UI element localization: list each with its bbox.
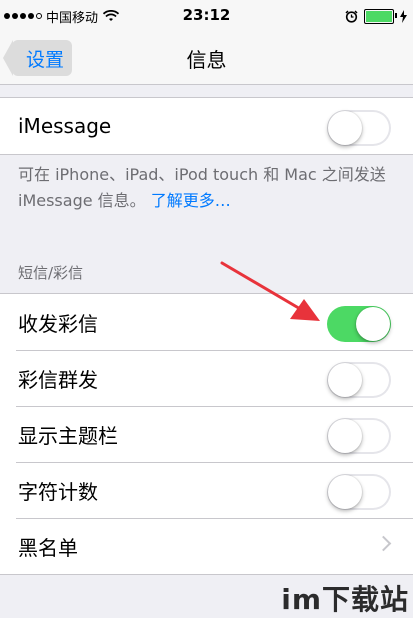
- status-bar: 中国移动 23:12: [0, 0, 413, 32]
- chevron-right-icon: [375, 535, 392, 552]
- toggle-knob: [328, 363, 362, 397]
- character-count-toggle[interactable]: [327, 474, 391, 510]
- alarm-clock-icon: [345, 9, 358, 23]
- charging-bolt-icon: [400, 9, 407, 23]
- row-blocked[interactable]: 黑名单: [0, 518, 413, 574]
- imessage-footer-note: 可在 iPhone、iPad、iPod touch 和 Mac 之间发送 iMe…: [18, 162, 398, 214]
- row-label: 显示主题栏: [18, 423, 118, 448]
- row-label: 字符计数: [18, 479, 98, 504]
- group-messaging-toggle[interactable]: [327, 362, 391, 398]
- mms-toggle[interactable]: [327, 306, 391, 342]
- row-mms: 收发彩信: [0, 294, 413, 350]
- navigation-bar: 设置 信息: [0, 32, 413, 85]
- toggle-knob: [328, 111, 362, 145]
- toggle-knob: [328, 419, 362, 453]
- row-label: 彩信群发: [18, 367, 98, 392]
- page-title: 信息: [186, 48, 227, 72]
- sms-settings-group: 收发彩信 彩信群发 显示主题栏 字符计数 黑名单: [0, 293, 413, 575]
- annotation-arrow: [220, 261, 320, 321]
- imessage-row: iMessage: [0, 98, 413, 154]
- watermark: im下载站: [281, 583, 409, 616]
- battery-icon: [364, 8, 397, 24]
- toggle-knob: [356, 307, 390, 341]
- row-label: 黑名单: [18, 535, 78, 560]
- subject-field-toggle[interactable]: [327, 418, 391, 454]
- row-subject-field: 显示主题栏: [0, 406, 413, 462]
- status-right: [345, 7, 407, 25]
- toggle-knob: [328, 475, 362, 509]
- imessage-group: iMessage: [0, 97, 413, 155]
- imessage-label: iMessage: [18, 114, 112, 138]
- row-label: 收发彩信: [18, 311, 98, 336]
- sms-section-header: 短信/彩信: [18, 264, 84, 282]
- imessage-toggle[interactable]: [327, 110, 391, 146]
- row-character-count: 字符计数: [0, 462, 413, 518]
- learn-more-link[interactable]: 了解更多…: [151, 191, 231, 210]
- row-group-messaging: 彩信群发: [0, 350, 413, 406]
